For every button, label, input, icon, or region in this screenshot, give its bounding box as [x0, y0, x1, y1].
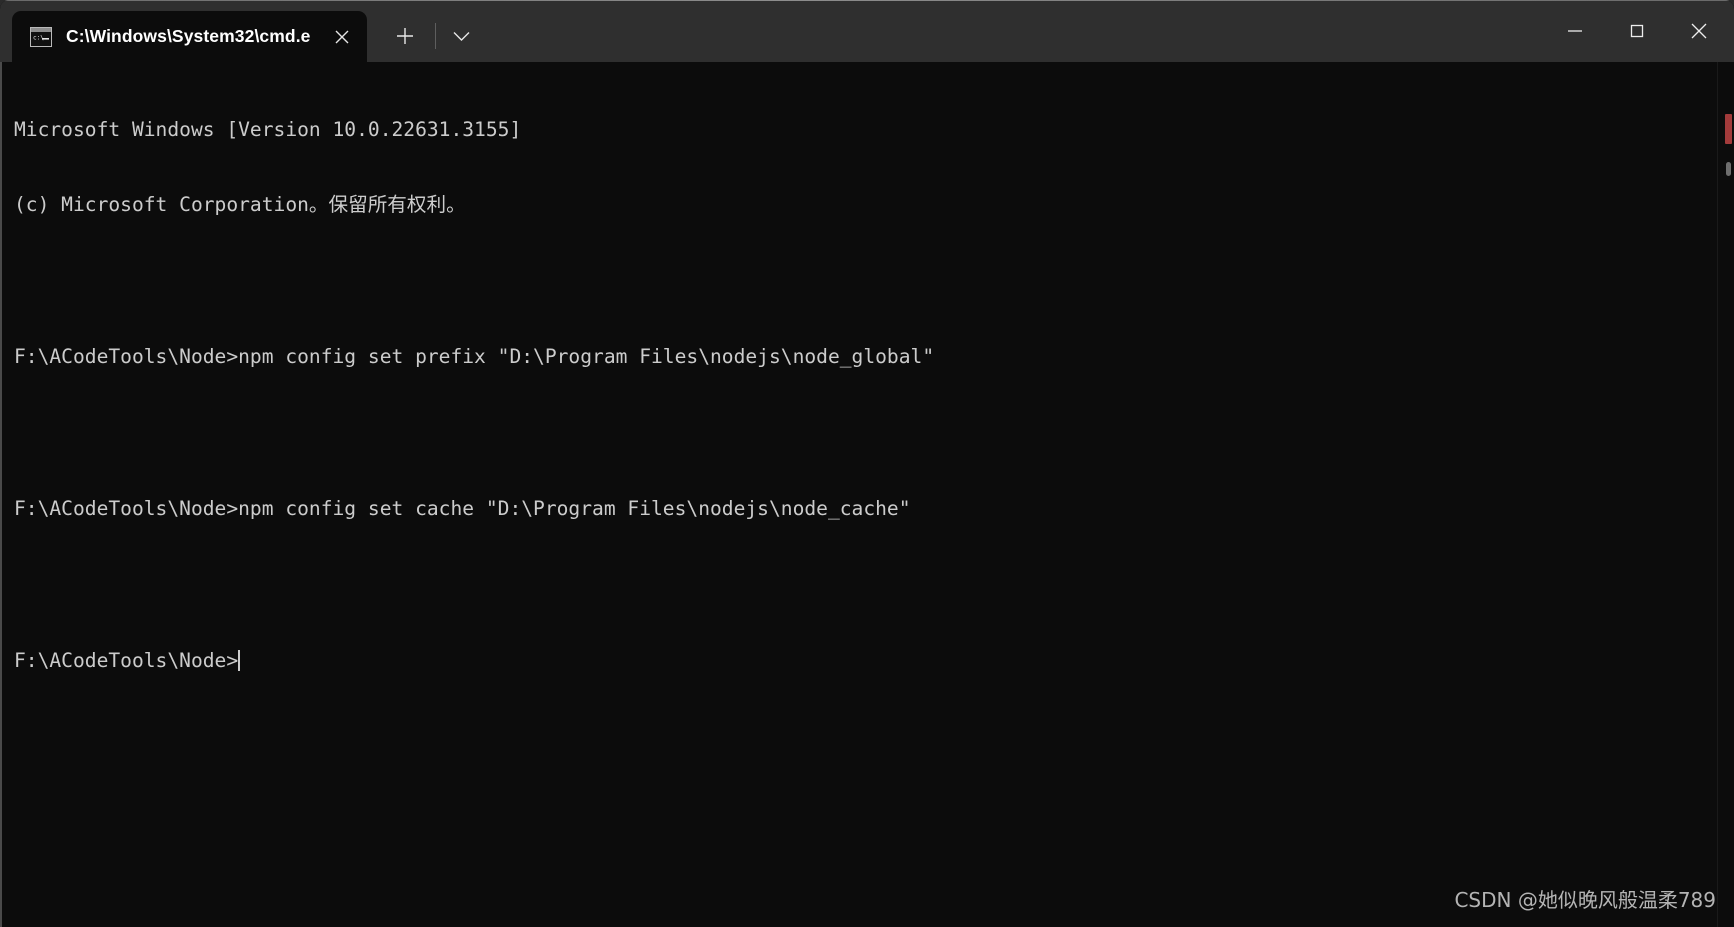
scrollbar-mark: [1725, 114, 1732, 144]
terminal-line: F:\ACodeTools\Node>npm config set prefix…: [14, 345, 935, 369]
maximize-button[interactable]: [1606, 0, 1668, 62]
tabbar-separator: [434, 23, 436, 49]
close-button[interactable]: [1668, 0, 1730, 62]
terminal-line: F:\ACodeTools\Node>npm config set cache …: [14, 497, 911, 521]
watermark: CSDN @她似晚风般温柔789: [1454, 888, 1716, 912]
terminal-scrollbar[interactable]: [1717, 62, 1734, 927]
terminal-body[interactable]: Microsoft Windows [Version 10.0.22631.31…: [0, 62, 1734, 927]
minimize-button[interactable]: [1544, 0, 1606, 62]
chevron-down-icon[interactable]: [440, 14, 484, 58]
text-cursor: [238, 649, 241, 671]
cmd-console-icon: c:\: [30, 26, 52, 47]
terminal-line: (c) Microsoft Corporation。保留所有权利。: [14, 193, 466, 217]
terminal-prompt: F:\ACodeTools\Node>: [14, 648, 239, 672]
terminal-line: Microsoft Windows [Version 10.0.22631.31…: [14, 117, 522, 141]
new-tab-button[interactable]: [383, 14, 427, 58]
scrollbar-thumb[interactable]: [1726, 162, 1731, 176]
terminal-screen[interactable]: Microsoft Windows [Version 10.0.22631.31…: [14, 66, 1708, 927]
window-controls: [1544, 0, 1734, 62]
terminal-window: c:\ C:\Windows\System32\cmd.e Microsoft …: [0, 0, 1734, 927]
titlebar: c:\ C:\Windows\System32\cmd.e: [0, 0, 1734, 62]
terminal-prompt-line: F:\ACodeTools\Node>: [14, 648, 1708, 673]
tab-cmd[interactable]: c:\ C:\Windows\System32\cmd.e: [12, 11, 367, 62]
tab-close-icon[interactable]: [325, 20, 359, 54]
tab-strip: c:\ C:\Windows\System32\cmd.e: [0, 0, 484, 62]
tab-title: C:\Windows\System32\cmd.e: [66, 26, 311, 46]
